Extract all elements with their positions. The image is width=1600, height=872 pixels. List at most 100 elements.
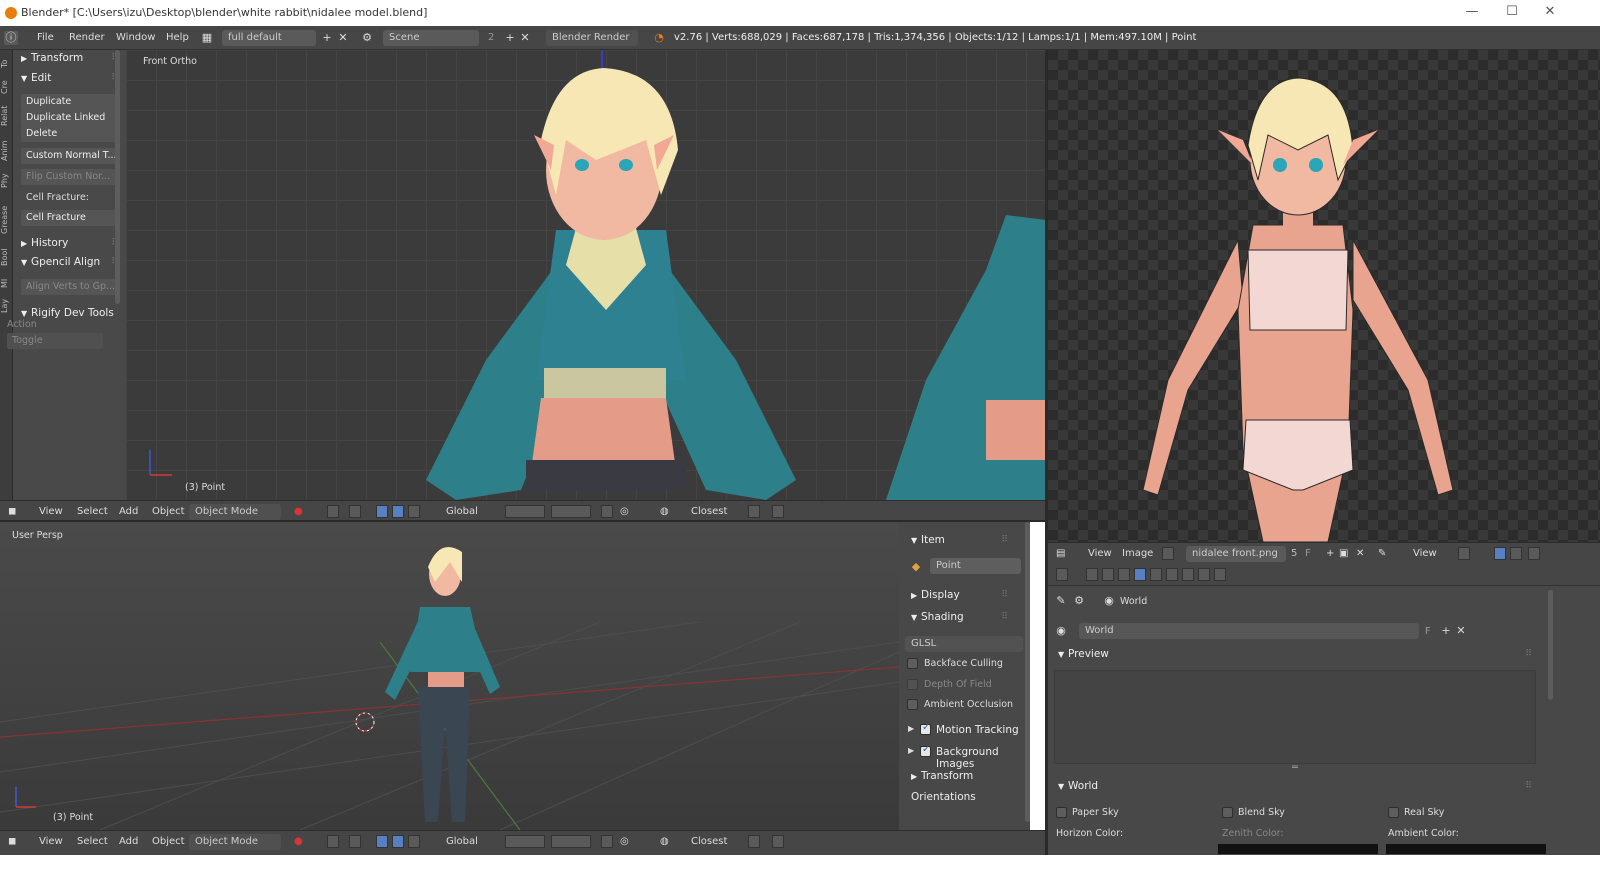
- scale-icon[interactable]: [408, 835, 420, 848]
- material-tab-icon[interactable]: [1198, 568, 1210, 581]
- viewport-shading-icon[interactable]: ●: [294, 831, 303, 853]
- layer-buttons-b[interactable]: [551, 505, 591, 518]
- panel-item-header[interactable]: ▼ Item ⠿: [903, 530, 1016, 550]
- image-browse-icon[interactable]: [1162, 547, 1174, 560]
- alpha-channel-icon[interactable]: [1510, 547, 1522, 560]
- ambient-occlusion-checkbox[interactable]: [907, 699, 918, 710]
- editor-type-icon[interactable]: ◼: [8, 831, 16, 853]
- menu-window[interactable]: Window: [116, 26, 155, 50]
- menu-add[interactable]: Add: [119, 831, 138, 853]
- manipulator-icon[interactable]: [349, 835, 361, 848]
- paper-sky-checkbox[interactable]: [1056, 807, 1067, 818]
- render-animation-icon[interactable]: [772, 835, 784, 848]
- blend-sky-checkbox[interactable]: [1222, 807, 1233, 818]
- pin-icon[interactable]: ✎: [1378, 543, 1386, 565]
- scene-field[interactable]: Scene: [383, 30, 479, 46]
- resize-handle-icon[interactable]: ═: [1292, 762, 1298, 773]
- object-tab-icon[interactable]: [1150, 568, 1162, 581]
- duplicate-button[interactable]: Duplicate: [21, 94, 117, 110]
- panel-shading-header[interactable]: ▼ Shading ⠿: [903, 607, 1016, 627]
- layer-buttons-b[interactable]: [551, 835, 591, 848]
- remove-scene-icon[interactable]: ✕: [518, 31, 532, 45]
- add-scene-icon[interactable]: +: [503, 31, 517, 45]
- image-name-field[interactable]: nidalee front.png: [1186, 546, 1286, 562]
- world-fake-user-toggle[interactable]: F: [1425, 626, 1430, 637]
- orientation-select[interactable]: Global: [446, 831, 478, 853]
- lock-camera-icon[interactable]: [601, 835, 613, 848]
- maximize-icon[interactable]: ☐: [1492, 4, 1532, 22]
- modifiers-tab-icon[interactable]: [1182, 568, 1194, 581]
- lock-camera-icon[interactable]: [601, 505, 613, 518]
- render-engine-select[interactable]: Blender Render: [546, 30, 638, 46]
- menu-image[interactable]: Image: [1122, 543, 1153, 565]
- menu-help[interactable]: Help: [166, 26, 189, 50]
- flip-custom-normals-button[interactable]: Flip Custom Nor...: [21, 169, 117, 185]
- layer-buttons-a[interactable]: [505, 505, 545, 518]
- align-verts-button[interactable]: Align Verts to Gp...: [21, 279, 117, 295]
- cell-fracture-button[interactable]: Cell Fracture: [21, 210, 117, 226]
- world-name-field[interactable]: World: [1079, 623, 1419, 639]
- duplicate-linked-button[interactable]: Duplicate Linked: [21, 110, 117, 126]
- tab-physics[interactable]: Phy: [0, 170, 13, 192]
- depth-of-field-checkbox[interactable]: [907, 679, 918, 690]
- panel-world-header[interactable]: ▼ World ⠿: [1050, 776, 1540, 796]
- remove-screen-icon[interactable]: ✕: [336, 31, 350, 45]
- world-datablock-icon[interactable]: ◉: [1054, 624, 1068, 638]
- pin-icon[interactable]: ✎: [1054, 594, 1068, 608]
- rotate-icon[interactable]: [392, 835, 404, 848]
- add-world-icon[interactable]: +: [1439, 624, 1453, 638]
- add-screen-icon[interactable]: +: [320, 31, 334, 45]
- render-layers-tab-icon[interactable]: [1102, 568, 1114, 581]
- tab-layers[interactable]: Lay: [0, 296, 13, 316]
- panel-history-header[interactable]: ▶History⠿: [13, 233, 126, 253]
- backface-culling-checkbox[interactable]: [907, 658, 918, 669]
- viewport-user-persp[interactable]: User Persp (3) Point: [0, 522, 899, 830]
- tab-bool[interactable]: Bool: [0, 246, 13, 268]
- toggle-button[interactable]: Toggle: [7, 333, 103, 349]
- pivot-icon[interactable]: [327, 835, 339, 848]
- render-animation-icon[interactable]: [772, 505, 784, 518]
- menu-view[interactable]: View: [39, 831, 63, 853]
- panel-transform-header[interactable]: ▶Transform⠿: [13, 48, 126, 68]
- minimize-icon[interactable]: —: [1452, 4, 1492, 22]
- motion-tracking-checkbox[interactable]: [920, 722, 931, 735]
- view-mode-select[interactable]: View: [1413, 543, 1437, 565]
- curve-icon[interactable]: [1528, 547, 1540, 560]
- render-tab-icon[interactable]: [1086, 568, 1098, 581]
- proportional-icon[interactable]: ◎: [620, 831, 629, 853]
- fake-user-toggle[interactable]: F: [1305, 543, 1311, 565]
- menu-file[interactable]: File: [37, 26, 54, 50]
- constraints-tab-icon[interactable]: [1166, 568, 1178, 581]
- motion-tracking-expand-icon[interactable]: ▶: [908, 724, 914, 733]
- tab-create[interactable]: Cre: [0, 76, 13, 98]
- render-preview-icon[interactable]: [748, 505, 760, 518]
- texture-tab-icon[interactable]: [1214, 568, 1226, 581]
- image-editor-canvas[interactable]: [1048, 50, 1600, 542]
- screen-layout-icon[interactable]: ▦: [200, 31, 214, 45]
- real-sky-checkbox[interactable]: [1388, 807, 1399, 818]
- new-image-icon[interactable]: +: [1326, 543, 1334, 565]
- close-icon[interactable]: ✕: [1530, 4, 1570, 22]
- item-name-field[interactable]: Point: [930, 558, 1021, 574]
- scale-icon[interactable]: [408, 505, 420, 518]
- editor-type-icon[interactable]: ⓘ: [4, 31, 18, 45]
- panel-preview-header[interactable]: ▼ Preview ⠿: [1050, 644, 1540, 664]
- translate-icon[interactable]: [376, 505, 388, 518]
- unlink-world-icon[interactable]: ✕: [1454, 624, 1468, 638]
- open-image-icon[interactable]: ▣: [1339, 543, 1348, 565]
- panel-display-header[interactable]: ▶ Display ⠿: [903, 585, 1016, 605]
- delete-button[interactable]: Delete: [21, 126, 117, 142]
- snap-target-select[interactable]: Closest: [691, 831, 727, 853]
- npanel-scrollbar[interactable]: [1025, 522, 1030, 822]
- panel-edit-header[interactable]: ▼Edit⠿: [13, 68, 126, 88]
- shading-mode-select[interactable]: GLSL: [905, 636, 1023, 652]
- area-separator-horizontal[interactable]: [0, 520, 1046, 522]
- custom-normal-button[interactable]: Custom Normal T...: [21, 148, 117, 164]
- editor-type-icon[interactable]: ▤: [1056, 543, 1065, 565]
- tab-tools[interactable]: To: [0, 54, 13, 74]
- mode-select[interactable]: Object Mode: [189, 834, 281, 850]
- tab-mi[interactable]: MI: [0, 274, 13, 292]
- scene-icon[interactable]: ⚙: [360, 31, 374, 45]
- area-separator-vertical[interactable]: [1045, 50, 1048, 872]
- snap-icon[interactable]: ◍: [660, 831, 669, 853]
